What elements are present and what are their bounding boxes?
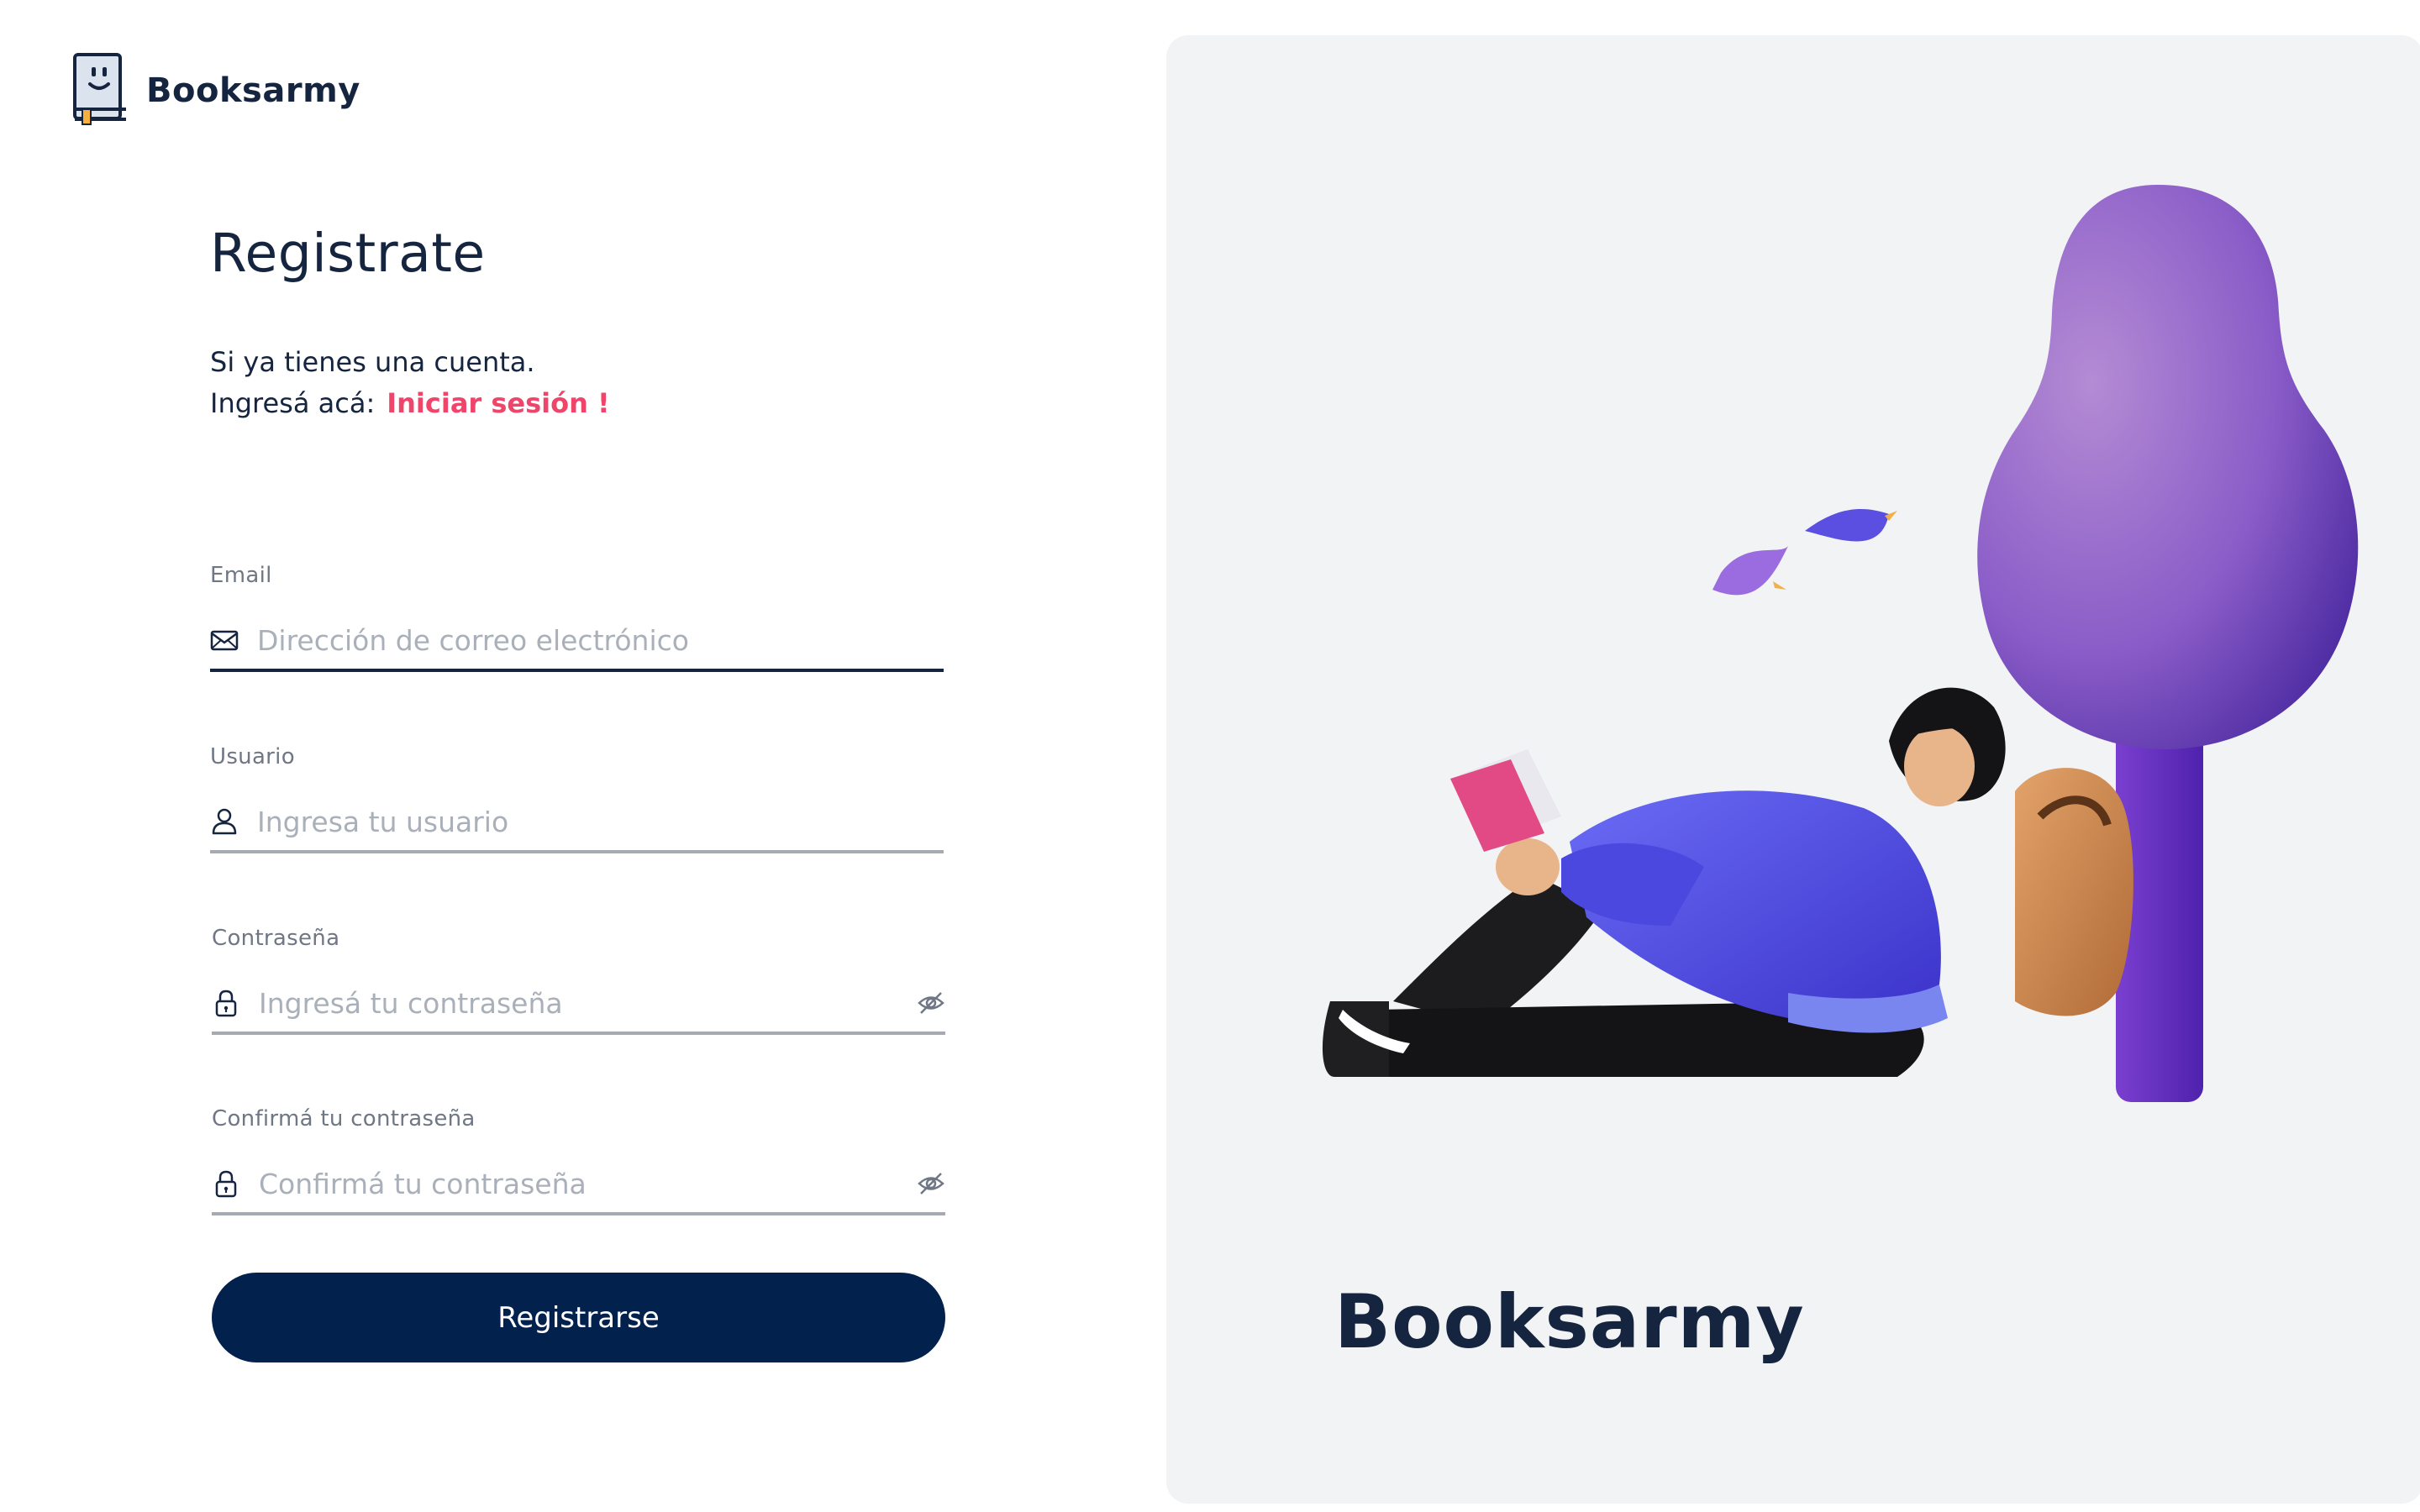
register-button[interactable]: Registrarse [212, 1273, 945, 1362]
username-input[interactable] [257, 796, 944, 847]
book-smile-icon [73, 53, 126, 125]
password-label: Contraseña [212, 926, 340, 951]
password-input[interactable] [259, 978, 917, 1028]
username-field-group: Usuario [210, 744, 944, 853]
panel-brand-text: Booksarmy [1334, 1278, 1805, 1365]
password-field-row[interactable] [212, 974, 945, 1035]
lock-icon [215, 990, 237, 1017]
eye-off-icon[interactable] [917, 989, 945, 1017]
brand-name: Booksarmy [146, 71, 360, 110]
subtitle: Si ya tienes una cuenta. [210, 346, 535, 378]
email-field-row[interactable] [210, 612, 944, 672]
mail-icon [210, 630, 239, 651]
login-prompt: Ingresá acá: [210, 387, 376, 419]
email-field-group: Email [210, 563, 944, 672]
confirm-password-label: Confirmá tu contraseña [212, 1106, 476, 1131]
person-reading-under-tree-illustration [1322, 185, 2359, 1102]
password-field-group: Contraseña [212, 926, 945, 1035]
username-field-row[interactable] [210, 793, 944, 853]
username-label: Usuario [210, 744, 295, 769]
confirm-password-field-row[interactable] [212, 1155, 945, 1215]
page-title: Registrate [210, 223, 486, 284]
register-form: Registrate Si ya tienes una cuenta. Ingr… [210, 223, 945, 1362]
eye-off-icon[interactable] [917, 1169, 945, 1198]
lock-icon [215, 1170, 237, 1198]
confirm-password-field-group: Confirmá tu contraseña [212, 1106, 945, 1215]
email-label: Email [210, 563, 272, 588]
brand-logo[interactable]: Booksarmy [71, 52, 360, 129]
login-link[interactable]: Iniciar sesión ! [387, 387, 609, 419]
email-input[interactable] [257, 615, 944, 665]
user-icon [212, 808, 237, 835]
login-prompt-row: Ingresá acá: Iniciar sesión ! [210, 387, 945, 419]
confirm-password-input[interactable] [259, 1158, 917, 1209]
illustration-panel: Booksarmy [1166, 35, 2420, 1504]
